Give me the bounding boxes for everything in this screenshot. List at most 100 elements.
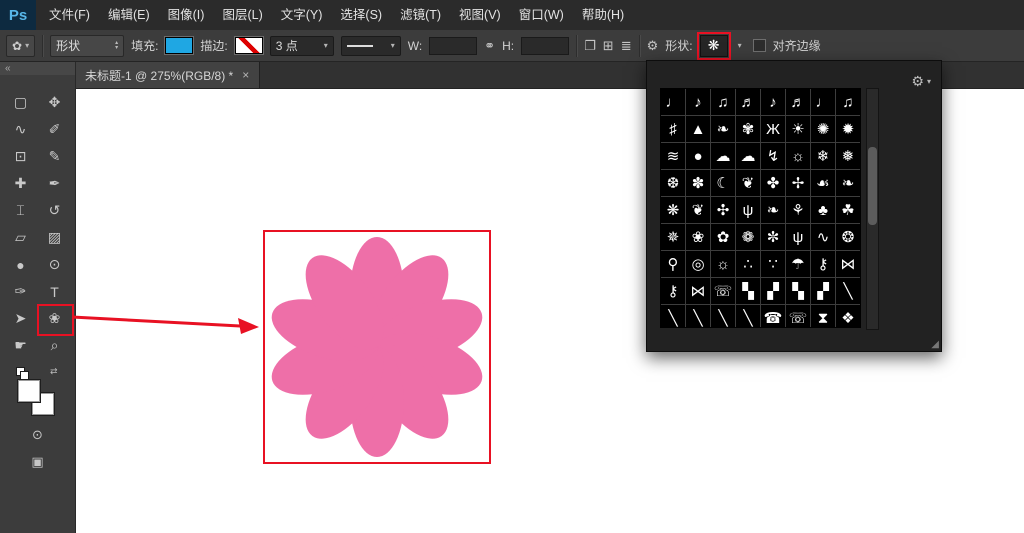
gradient-tool[interactable]: ▨ <box>38 224 72 251</box>
menu-item[interactable]: 编辑(E) <box>99 0 159 30</box>
shape-puzzle-2[interactable]: ▞ <box>761 278 785 304</box>
rectangular-marquee-tool[interactable]: ▢ <box>4 89 38 116</box>
tool-mode-dropdown[interactable]: 形状 ▴ ▾ <box>50 34 125 57</box>
spot-healing-brush-tool[interactable]: ✚ <box>4 170 38 197</box>
crop-tool[interactable]: ⊡ <box>4 143 38 170</box>
shape-waves[interactable]: ≋ <box>661 143 685 169</box>
shape-beamed-sixteenth-notes[interactable]: ♬ <box>736 89 760 115</box>
shape-diagonal-line-5[interactable]: ╲ <box>736 305 760 327</box>
history-brush-tool[interactable]: ↺ <box>38 197 72 224</box>
shape-flower-4[interactable]: ✼ <box>761 224 785 250</box>
shape-daisy[interactable]: ❁ <box>736 224 760 250</box>
shape-leaf-3[interactable]: ❧ <box>836 170 860 196</box>
menu-item[interactable]: 窗口(W) <box>510 0 573 30</box>
shape-spiky-burst[interactable]: ✹ <box>836 116 860 142</box>
fill-color-swatch[interactable] <box>165 37 194 54</box>
shape-bow[interactable]: ⋈ <box>836 251 860 277</box>
shape-sharp-sign[interactable]: ♯ <box>661 116 685 142</box>
horizontal-type-tool[interactable]: T <box>38 278 72 305</box>
stroke-width-field[interactable]: 3 点 ▾ <box>269 35 334 56</box>
shape-diagonal-line-3[interactable]: ╲ <box>686 305 710 327</box>
scrollbar-thumb[interactable] <box>868 147 877 225</box>
shape-telephone-2[interactable]: ☎ <box>761 305 785 327</box>
menu-item[interactable]: 滤镜(T) <box>391 0 450 30</box>
move-tool[interactable]: ✥ <box>38 89 72 116</box>
foreground-color-swatch[interactable] <box>17 380 40 402</box>
geometry-options-gear-button[interactable]: ⚙ <box>647 38 659 54</box>
shape-ornament[interactable]: ❖ <box>836 305 860 327</box>
shape-puzzle-4[interactable]: ▞ <box>811 278 835 304</box>
clone-stamp-tool[interactable]: ⌶ <box>4 197 38 224</box>
shape-key-2[interactable]: ⚷ <box>661 278 685 304</box>
shape-cloud-outline[interactable]: ☁ <box>736 143 760 169</box>
zoom-tool[interactable]: ⌕ <box>38 332 72 359</box>
shape-ribbon[interactable]: ⋈ <box>686 278 710 304</box>
screen-mode-button[interactable]: ▣ <box>31 454 43 470</box>
shape-fern[interactable]: ❧ <box>711 116 735 142</box>
shape-sun[interactable]: ☼ <box>786 143 810 169</box>
shape-snowflake-2[interactable]: ❅ <box>836 143 860 169</box>
shape-lightning[interactable]: ↯ <box>761 143 785 169</box>
path-operations-button[interactable]: ❐ <box>584 38 596 54</box>
blur-tool[interactable]: ● <box>4 251 38 278</box>
shape-footprints-1[interactable]: ∴ <box>736 251 760 277</box>
shape-puzzle-3[interactable]: ▚ <box>786 278 810 304</box>
custom-shape-tool[interactable]: ❀ <box>38 305 72 332</box>
collapse-panel-button[interactable]: « <box>0 62 75 75</box>
shape-footprints-2[interactable]: ∵ <box>761 251 785 277</box>
menu-item[interactable]: 图像(I) <box>159 0 214 30</box>
shape-shamrock[interactable]: ☘ <box>836 197 860 223</box>
close-tab-icon[interactable]: × <box>242 68 249 82</box>
menu-item[interactable]: 文件(F) <box>40 0 99 30</box>
shape-fir-tree[interactable]: ▲ <box>686 116 710 142</box>
shape-music-note[interactable]: ♫ <box>836 89 860 115</box>
shape-light-bulb[interactable]: ❂ <box>836 224 860 250</box>
shape-clover[interactable]: ♣ <box>811 197 835 223</box>
shape-light-bulb-outline[interactable]: ◎ <box>686 251 710 277</box>
swap-colors-icon[interactable]: ⇄ <box>50 366 58 377</box>
shape-sun-2[interactable]: ☼ <box>711 251 735 277</box>
shape-diagonal-line-4[interactable]: ╲ <box>711 305 735 327</box>
shape-cloud[interactable]: ☁ <box>711 143 735 169</box>
path-arrangement-button[interactable]: ≣ <box>621 38 632 54</box>
shape-sun-swirl[interactable]: ☀ <box>786 116 810 142</box>
width-input[interactable] <box>429 36 478 55</box>
dodge-tool[interactable]: ⊙ <box>38 251 72 278</box>
path-selection-tool[interactable]: ➤ <box>4 305 38 332</box>
height-input[interactable] <box>521 36 570 55</box>
shape-raindrop[interactable]: ● <box>686 143 710 169</box>
lasso-tool[interactable]: ∿ <box>4 116 38 143</box>
shape-flower[interactable]: ✾ <box>736 116 760 142</box>
shape-grass[interactable]: ψ <box>736 197 760 223</box>
shape-light-bulb-2[interactable]: ⚲ <box>661 251 685 277</box>
shape-eighth-note-2[interactable]: ♪ <box>761 89 785 115</box>
shape-picker-button[interactable]: ❋ <box>696 31 731 60</box>
eyedropper-tool[interactable]: ✎ <box>38 143 72 170</box>
shape-sunflower[interactable]: ✵ <box>661 224 685 250</box>
menu-item[interactable]: 视图(V) <box>450 0 510 30</box>
brush-tool[interactable]: ✒ <box>38 170 72 197</box>
tool-preset-picker[interactable]: ✿ ▾ <box>6 34 36 57</box>
default-colors-icon[interactable] <box>15 367 30 380</box>
shape-umbrella[interactable]: ☂ <box>786 251 810 277</box>
shape-maple-leaf-2[interactable]: ✣ <box>711 197 735 223</box>
shape-leaf-2[interactable]: ✢ <box>786 170 810 196</box>
shape-telephone[interactable]: ☏ <box>711 278 735 304</box>
shape-beamed-eighth-notes[interactable]: ♫ <box>711 89 735 115</box>
document-tab[interactable]: 未标题-1 @ 275%(RGB/8) * × <box>75 62 261 88</box>
shape-quarter-note-2[interactable]: ♩ <box>811 89 835 115</box>
eraser-tool[interactable]: ▱ <box>4 224 38 251</box>
shape-diagonal-line-2[interactable]: ╲ <box>661 305 685 327</box>
menu-item[interactable]: 帮助(H) <box>573 0 633 30</box>
edit-in-quick-mask-button[interactable]: ⊙ <box>32 427 43 443</box>
shape-flower-3[interactable]: ✿ <box>711 224 735 250</box>
shape-oak-leaf[interactable]: ❦ <box>686 197 710 223</box>
shape-leaf-1[interactable]: ❦ <box>736 170 760 196</box>
stroke-color-swatch[interactable] <box>234 37 263 54</box>
stroke-style-dropdown[interactable]: ▾ <box>340 35 401 56</box>
menu-item[interactable]: 选择(S) <box>331 0 391 30</box>
hand-tool[interactable]: ☛ <box>4 332 38 359</box>
align-edges-checkbox[interactable] <box>752 39 766 52</box>
shape-key[interactable]: ⚷ <box>811 251 835 277</box>
menu-item[interactable]: 文字(Y) <box>272 0 332 30</box>
